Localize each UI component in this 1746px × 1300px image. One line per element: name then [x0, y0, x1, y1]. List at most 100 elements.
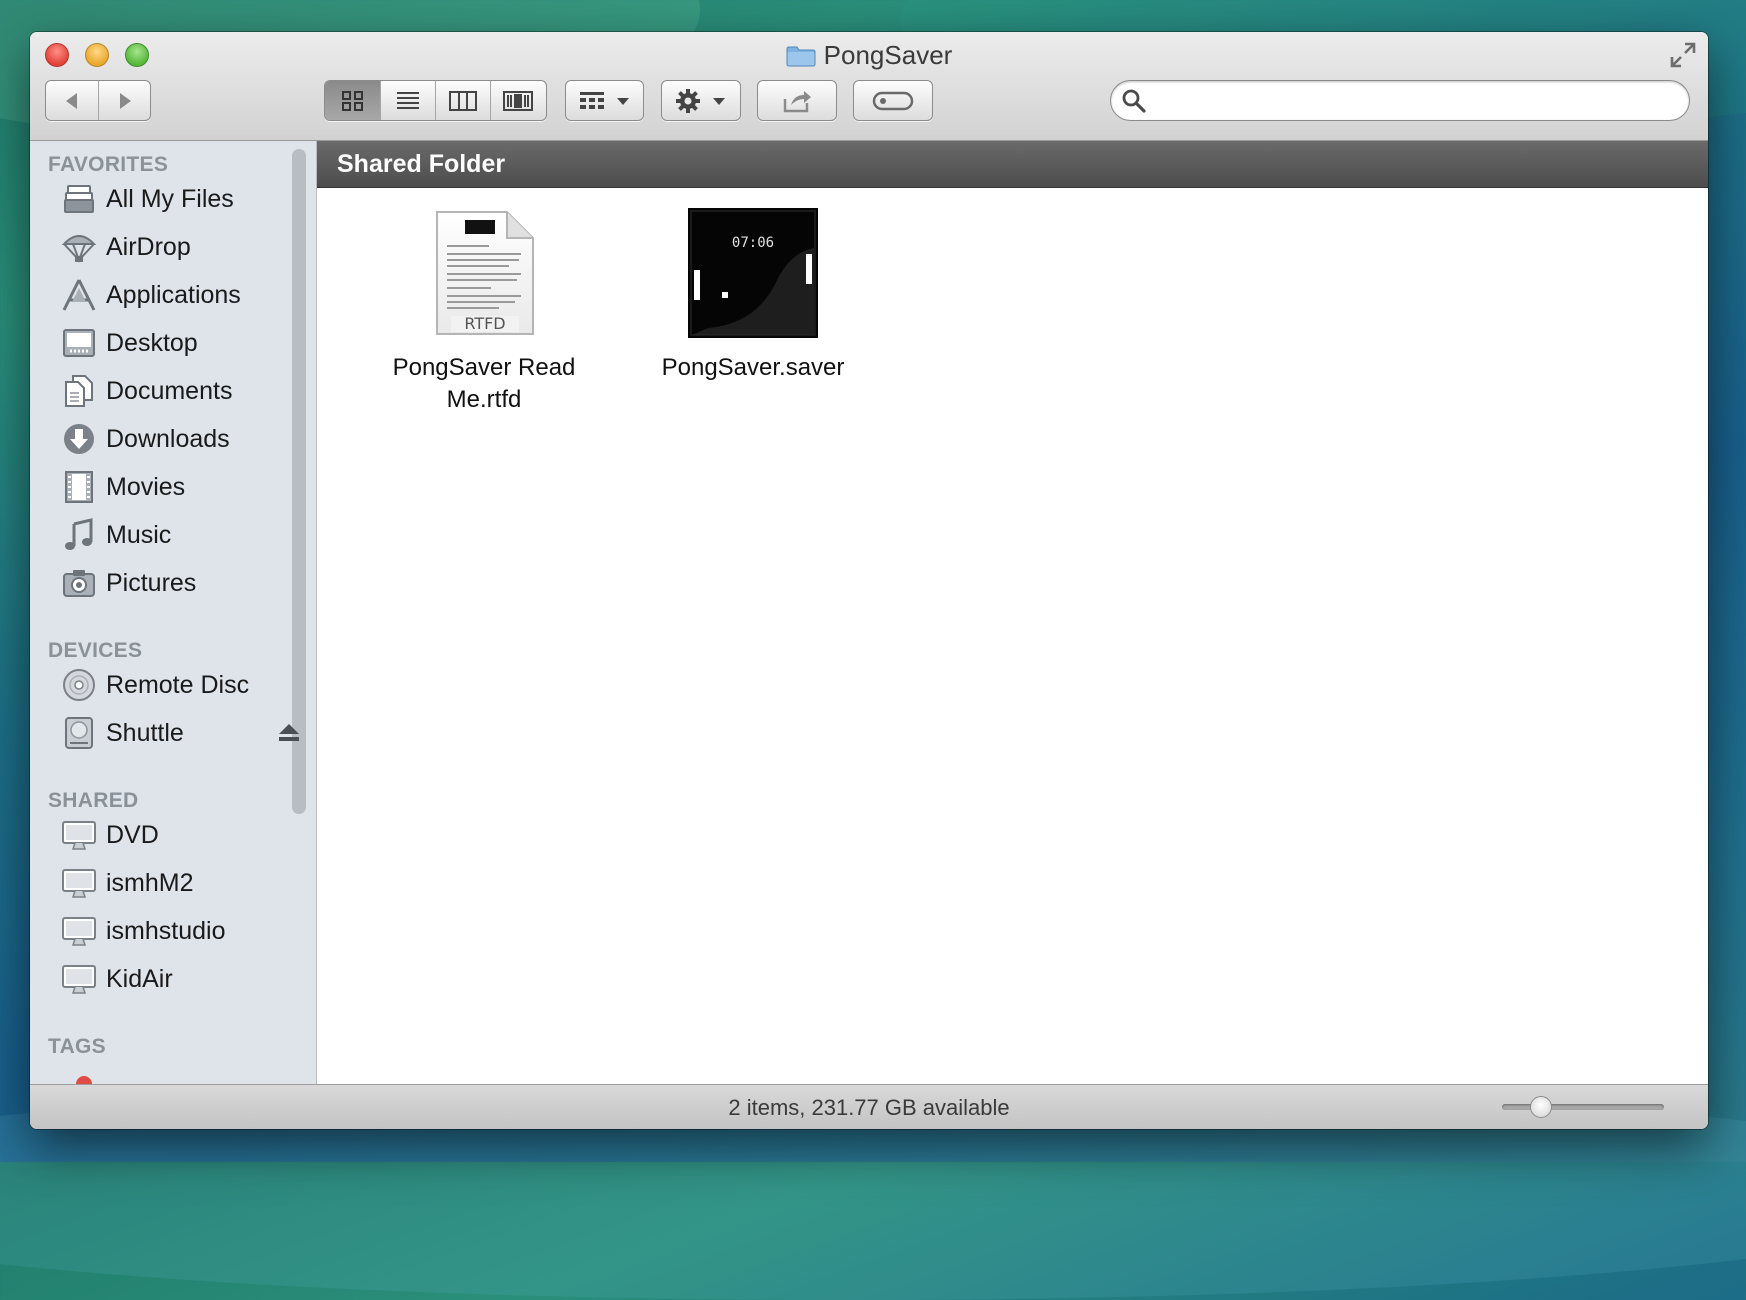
- sidebar-item-label: AirDrop: [106, 232, 191, 261]
- fullscreen-icon[interactable]: [1668, 40, 1698, 70]
- arrange-button[interactable]: [565, 80, 644, 121]
- share-icon: [783, 90, 811, 112]
- chevron-down-icon: [713, 97, 725, 105]
- computer-icon: [60, 914, 98, 948]
- view-mode-control: [324, 80, 547, 121]
- documents-icon: [60, 374, 98, 408]
- icon-view-button[interactable]: [325, 81, 381, 120]
- sidebar-item-documents[interactable]: Documents: [60, 371, 300, 411]
- sidebar-item-label: All My Files: [106, 184, 234, 213]
- sidebar-item-all-my-files[interactable]: All My Files: [60, 179, 300, 219]
- sidebar-item-downloads[interactable]: Downloads: [60, 419, 300, 459]
- sidebar-item-label: Applications: [106, 280, 241, 309]
- folder-header-title: Shared Folder: [337, 149, 506, 178]
- sidebar-item-ismhstudio[interactable]: ismhstudio: [60, 911, 300, 951]
- back-button[interactable]: [46, 81, 98, 120]
- cover-flow-icon: [503, 90, 534, 111]
- window-title: PongSaver: [30, 40, 1708, 71]
- search-input[interactable]: [1155, 87, 1679, 116]
- airdrop-icon: [60, 230, 98, 264]
- sidebar: FAVORITES All My Files AirDrop Applicati…: [30, 141, 317, 1092]
- movies-icon: [60, 470, 98, 504]
- sidebar-section-favorites: FAVORITES: [48, 153, 169, 176]
- sidebar-item-label: ismhstudio: [106, 916, 226, 945]
- share-button[interactable]: [757, 80, 837, 121]
- computer-icon: [60, 962, 98, 996]
- status-bar: 2 items, 231.77 GB available: [30, 1084, 1708, 1129]
- sidebar-section-tags: TAGS: [48, 1035, 106, 1058]
- sidebar-item-label: ismhM2: [106, 868, 194, 897]
- music-icon: [60, 518, 98, 552]
- all-files-icon: [60, 182, 98, 216]
- computer-icon: [60, 818, 98, 852]
- sidebar-item-label: Pictures: [106, 568, 197, 597]
- computer-icon: [60, 866, 98, 900]
- window-title-text: PongSaver: [823, 40, 953, 70]
- search-icon: [1122, 89, 1146, 113]
- sidebar-item-label: DVD: [106, 820, 159, 849]
- sidebar-item-music[interactable]: Music: [60, 515, 300, 555]
- sidebar-item-shuttle[interactable]: Shuttle: [60, 713, 300, 753]
- list-view-icon: [397, 91, 420, 109]
- drive-icon: [60, 716, 98, 750]
- saver-clock-text: 07:06: [732, 235, 774, 251]
- icon-view-icon: [341, 90, 363, 111]
- status-text: 2 items, 231.77 GB available: [728, 1095, 1010, 1120]
- icon-size-slider[interactable]: [1502, 1096, 1664, 1118]
- downloads-icon: [60, 422, 98, 456]
- file-name: PongSaver Read Me.rtfd: [364, 352, 604, 416]
- action-button[interactable]: [661, 80, 741, 121]
- sidebar-item-ismhm2[interactable]: ismhM2: [60, 863, 300, 903]
- forward-arrow-icon: [119, 92, 131, 109]
- back-forward-control: [45, 80, 151, 121]
- eject-icon[interactable]: [278, 723, 300, 743]
- sidebar-item-movies[interactable]: Movies: [60, 467, 300, 507]
- sidebar-section-shared: SHARED: [48, 789, 139, 812]
- file-item-saver[interactable]: 07:06 PongSaver.saver: [633, 208, 873, 384]
- folder-header: Shared Folder: [317, 141, 1708, 188]
- sidebar-item-dvd[interactable]: DVD: [60, 815, 300, 855]
- toolbar: PongSaver: [30, 32, 1708, 141]
- sidebar-item-label: Movies: [106, 472, 186, 501]
- pictures-icon: [60, 566, 98, 600]
- sidebar-item-label: Remote Disc: [106, 670, 250, 699]
- finder-window: PongSaver FAVORITES All My Files AirDrop…: [30, 32, 1708, 1129]
- sidebar-section-devices: DEVICES: [48, 639, 143, 662]
- sidebar-item-remote-disc[interactable]: Remote Disc: [60, 665, 300, 705]
- sidebar-item-kidair[interactable]: KidAir: [60, 959, 300, 999]
- sidebar-item-label: Shuttle: [106, 718, 184, 747]
- gear-icon: [676, 88, 700, 113]
- screensaver-icon: 07:06: [688, 208, 818, 338]
- file-name-line: PongSaver.saver: [661, 354, 845, 381]
- column-view-icon: [448, 90, 477, 111]
- back-arrow-icon: [66, 92, 77, 109]
- slider-knob[interactable]: [1530, 1096, 1552, 1118]
- applications-icon: [60, 278, 98, 312]
- sidebar-item-desktop[interactable]: Desktop: [60, 323, 300, 363]
- slider-track[interactable]: [1502, 1104, 1664, 1110]
- arrange-grid-icon: [579, 91, 604, 109]
- sidebar-item-label: Music: [106, 520, 172, 549]
- sidebar-item-label: KidAir: [106, 964, 173, 993]
- folder-icon: [786, 46, 816, 67]
- sidebar-item-pictures[interactable]: Pictures: [60, 563, 300, 603]
- list-view-button[interactable]: [380, 81, 435, 120]
- desktop-icon: [60, 326, 98, 360]
- sidebar-item-label: Documents: [106, 376, 233, 405]
- sidebar-item-label: Downloads: [106, 424, 230, 453]
- cover-flow-button[interactable]: [489, 81, 546, 120]
- column-view-button[interactable]: [435, 81, 490, 120]
- search-field[interactable]: [1110, 80, 1690, 121]
- tags-button[interactable]: [853, 80, 933, 121]
- sidebar-item-label: Desktop: [106, 328, 198, 357]
- file-browser: Shared Folder RTFD PongSaver Read Me.rtf…: [317, 141, 1708, 1084]
- sidebar-item-applications[interactable]: Applications: [60, 275, 300, 315]
- chevron-down-icon: [616, 97, 629, 105]
- rtfd-document-icon: RTFD: [436, 211, 534, 335]
- sidebar-item-airdrop[interactable]: AirDrop: [60, 227, 300, 267]
- file-item-readme[interactable]: RTFD PongSaver Read Me.rtfd: [364, 208, 604, 416]
- file-name-line: PongSaver Read: [392, 354, 576, 381]
- file-name: PongSaver.saver: [633, 352, 873, 384]
- disc-icon: [60, 668, 98, 702]
- forward-button[interactable]: [98, 81, 150, 120]
